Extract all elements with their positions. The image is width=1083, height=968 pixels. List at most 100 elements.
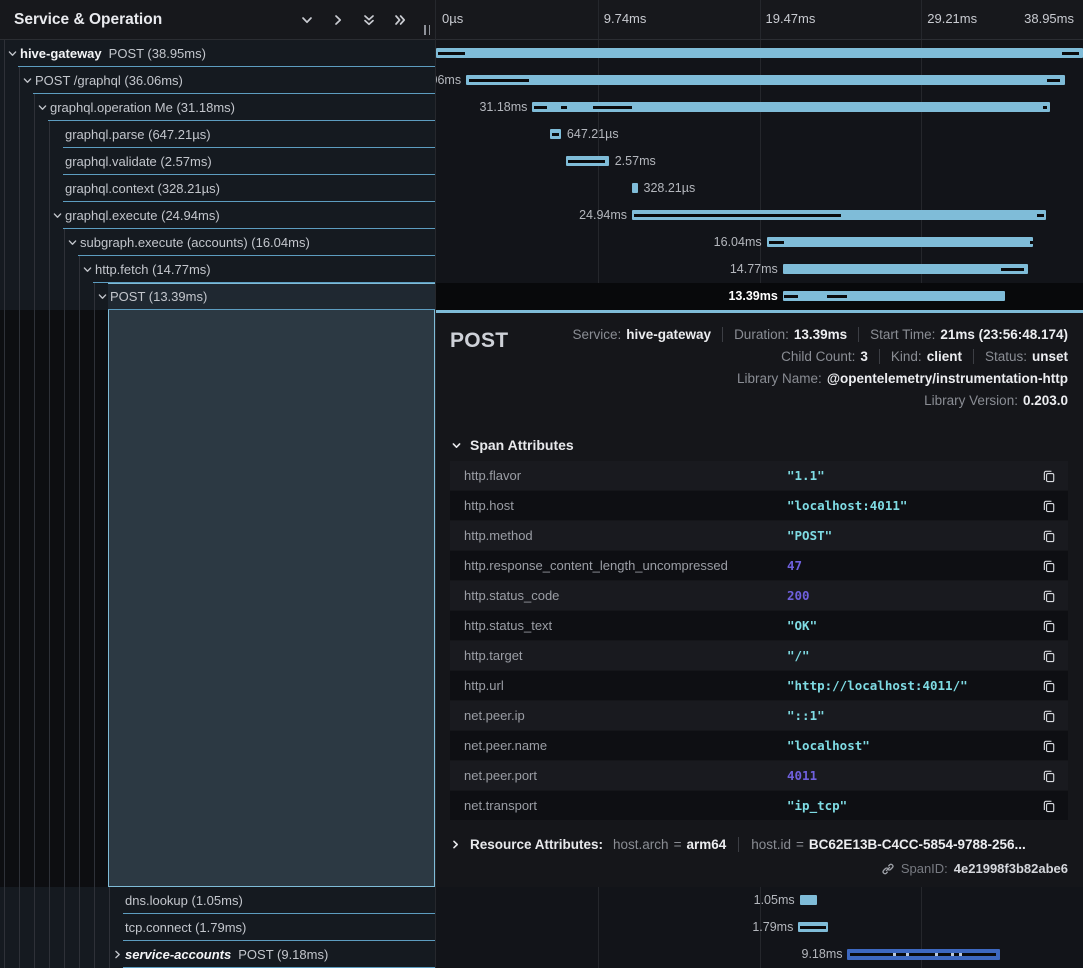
copy-icon[interactable]: [1042, 469, 1056, 483]
tree-row[interactable]: subgraph.execute (accounts) (16.04ms): [0, 229, 435, 256]
copy-icon[interactable]: [1042, 619, 1056, 633]
timeline-row[interactable]: 31.18ms: [436, 94, 1083, 121]
chevron-down-icon[interactable]: [300, 13, 314, 27]
tree-row[interactable]: graphql.validate (2.57ms): [0, 148, 435, 175]
chevrons-right-icon[interactable]: [393, 13, 407, 27]
chevron-down-icon[interactable]: [22, 75, 33, 86]
copy-icon[interactable]: [1042, 709, 1056, 723]
chevron-down-icon[interactable]: [7, 48, 18, 59]
tree-row[interactable]: tcp.connect (1.79ms): [0, 914, 435, 941]
timeline-row[interactable]: 14.77ms: [436, 256, 1083, 283]
timeline-row[interactable]: 16.04ms: [436, 229, 1083, 256]
span-bar[interactable]: [532, 102, 1050, 112]
tree-row[interactable]: hive-gatewayPOST (38.95ms): [0, 40, 435, 67]
timeline-row[interactable]: 9.18ms: [436, 941, 1083, 968]
expanded-span-region: [0, 310, 435, 887]
tree-row-label: POST /graphql (36.06ms): [35, 73, 183, 88]
duration-label: 14.77ms: [730, 262, 778, 276]
tree-row[interactable]: graphql.context (328.21µs): [0, 175, 435, 202]
meta-divider: [722, 327, 723, 342]
resource-key: host.id: [751, 837, 791, 852]
timeline-row[interactable]: 1.79ms: [436, 914, 1083, 941]
chevron-down-icon[interactable]: [97, 291, 108, 302]
chevron-right-icon[interactable]: [331, 13, 345, 27]
span-bar[interactable]: [632, 210, 1046, 220]
timeline-row[interactable]: 328.21µs: [436, 175, 1083, 202]
span-bar[interactable]: [466, 75, 1065, 85]
child-span-tick: [1030, 241, 1033, 244]
timeline-row[interactable]: 13.39ms: [436, 283, 1083, 310]
span-tree-rows: hive-gatewayPOST (38.95ms) POST /graphql …: [0, 40, 435, 310]
attribute-key: net.transport: [464, 798, 787, 813]
duration-label: 16.04ms: [714, 235, 762, 249]
span-meta-line: Child Count:3Kind:clientStatus:unset: [508, 345, 1068, 367]
tree-row[interactable]: POST (13.39ms): [0, 283, 435, 310]
duration-label: 1.79ms: [752, 920, 793, 934]
row-divider: [108, 309, 435, 310]
tree-header: Service & Operation: [0, 0, 435, 40]
timeline-row[interactable]: [436, 40, 1083, 67]
copy-icon[interactable]: [1042, 559, 1056, 573]
chevron-right-icon[interactable]: [112, 949, 123, 960]
attribute-row: http.host"localhost:4011": [450, 491, 1068, 520]
timeline-row[interactable]: 24.94ms: [436, 202, 1083, 229]
operation-label: subgraph.execute (accounts) (16.04ms): [80, 235, 310, 250]
link-icon[interactable]: [881, 862, 895, 876]
resource-attributes-row[interactable]: Resource Attributes: host.arch=arm64host…: [450, 837, 1068, 852]
chevron-down-icon[interactable]: [67, 237, 78, 248]
meta-key: Kind:: [891, 349, 922, 364]
timeline-rows: 36.06ms31.18ms647.21µs2.57ms328.21µs24.9…: [436, 40, 1083, 310]
tree-row-label: subgraph.execute (accounts) (16.04ms): [80, 235, 310, 250]
span-detail-panel: POST Service:hive-gatewayDuration:13.39m…: [436, 310, 1083, 887]
attribute-value: "POST": [787, 528, 1042, 543]
span-bar[interactable]: [798, 922, 828, 932]
span-bar[interactable]: [436, 48, 1083, 58]
panel-resize-grip-icon[interactable]: [424, 25, 430, 35]
copy-icon[interactable]: [1042, 649, 1056, 663]
attribute-row: http.status_code200: [450, 581, 1068, 610]
span-bar[interactable]: [767, 237, 1034, 247]
copy-icon[interactable]: [1042, 499, 1056, 513]
duration-label: 1.05ms: [754, 893, 795, 907]
tree-row[interactable]: graphql.execute (24.94ms): [0, 202, 435, 229]
attribute-key: http.method: [464, 528, 787, 543]
span-bar[interactable]: [783, 291, 1006, 301]
timeline-row[interactable]: 36.06ms: [436, 67, 1083, 94]
span-bar[interactable]: [800, 895, 817, 905]
tree-row[interactable]: service-accountsPOST (9.18ms): [0, 941, 435, 968]
span-bar[interactable]: [550, 129, 561, 139]
span-bar[interactable]: [847, 949, 1000, 960]
tree-header-title: Service & Operation: [14, 11, 300, 29]
tree-row-label: graphql.parse (647.21µs): [65, 127, 211, 142]
tree-row[interactable]: graphql.parse (647.21µs): [0, 121, 435, 148]
copy-icon[interactable]: [1042, 739, 1056, 753]
tree-row[interactable]: POST /graphql (36.06ms): [0, 67, 435, 94]
child-span-tick: [438, 52, 465, 55]
span-bar[interactable]: [783, 264, 1028, 274]
span-bar[interactable]: [632, 183, 637, 193]
tree-row-label: tcp.connect (1.79ms): [125, 920, 246, 935]
tree-row[interactable]: http.fetch (14.77ms): [0, 256, 435, 283]
attribute-key: net.peer.name: [464, 738, 787, 753]
copy-icon[interactable]: [1042, 769, 1056, 783]
copy-icon[interactable]: [1042, 799, 1056, 813]
child-span-tick: [561, 106, 567, 109]
timeline-row[interactable]: 647.21µs: [436, 121, 1083, 148]
copy-icon[interactable]: [1042, 529, 1056, 543]
tree-row[interactable]: graphql.operation Me (31.18ms): [0, 94, 435, 121]
timeline-row[interactable]: 2.57ms: [436, 148, 1083, 175]
attribute-value: 200: [787, 588, 1042, 603]
copy-icon[interactable]: [1042, 589, 1056, 603]
copy-icon[interactable]: [1042, 679, 1056, 693]
chevron-down-icon[interactable]: [37, 102, 48, 113]
tree-row[interactable]: dns.lookup (1.05ms): [0, 887, 435, 914]
service-name: hive-gateway: [20, 46, 102, 61]
timeline-row[interactable]: 1.05ms: [436, 887, 1083, 914]
operation-label: graphql.execute (24.94ms): [65, 208, 220, 223]
chevron-down-icon[interactable]: [82, 264, 93, 275]
chevron-down-icon[interactable]: [52, 210, 63, 221]
attribute-value: "OK": [787, 618, 1042, 633]
span-bar[interactable]: [566, 156, 609, 166]
span-attributes-header[interactable]: Span Attributes: [451, 437, 1068, 453]
chevrons-down-icon[interactable]: [362, 13, 376, 27]
